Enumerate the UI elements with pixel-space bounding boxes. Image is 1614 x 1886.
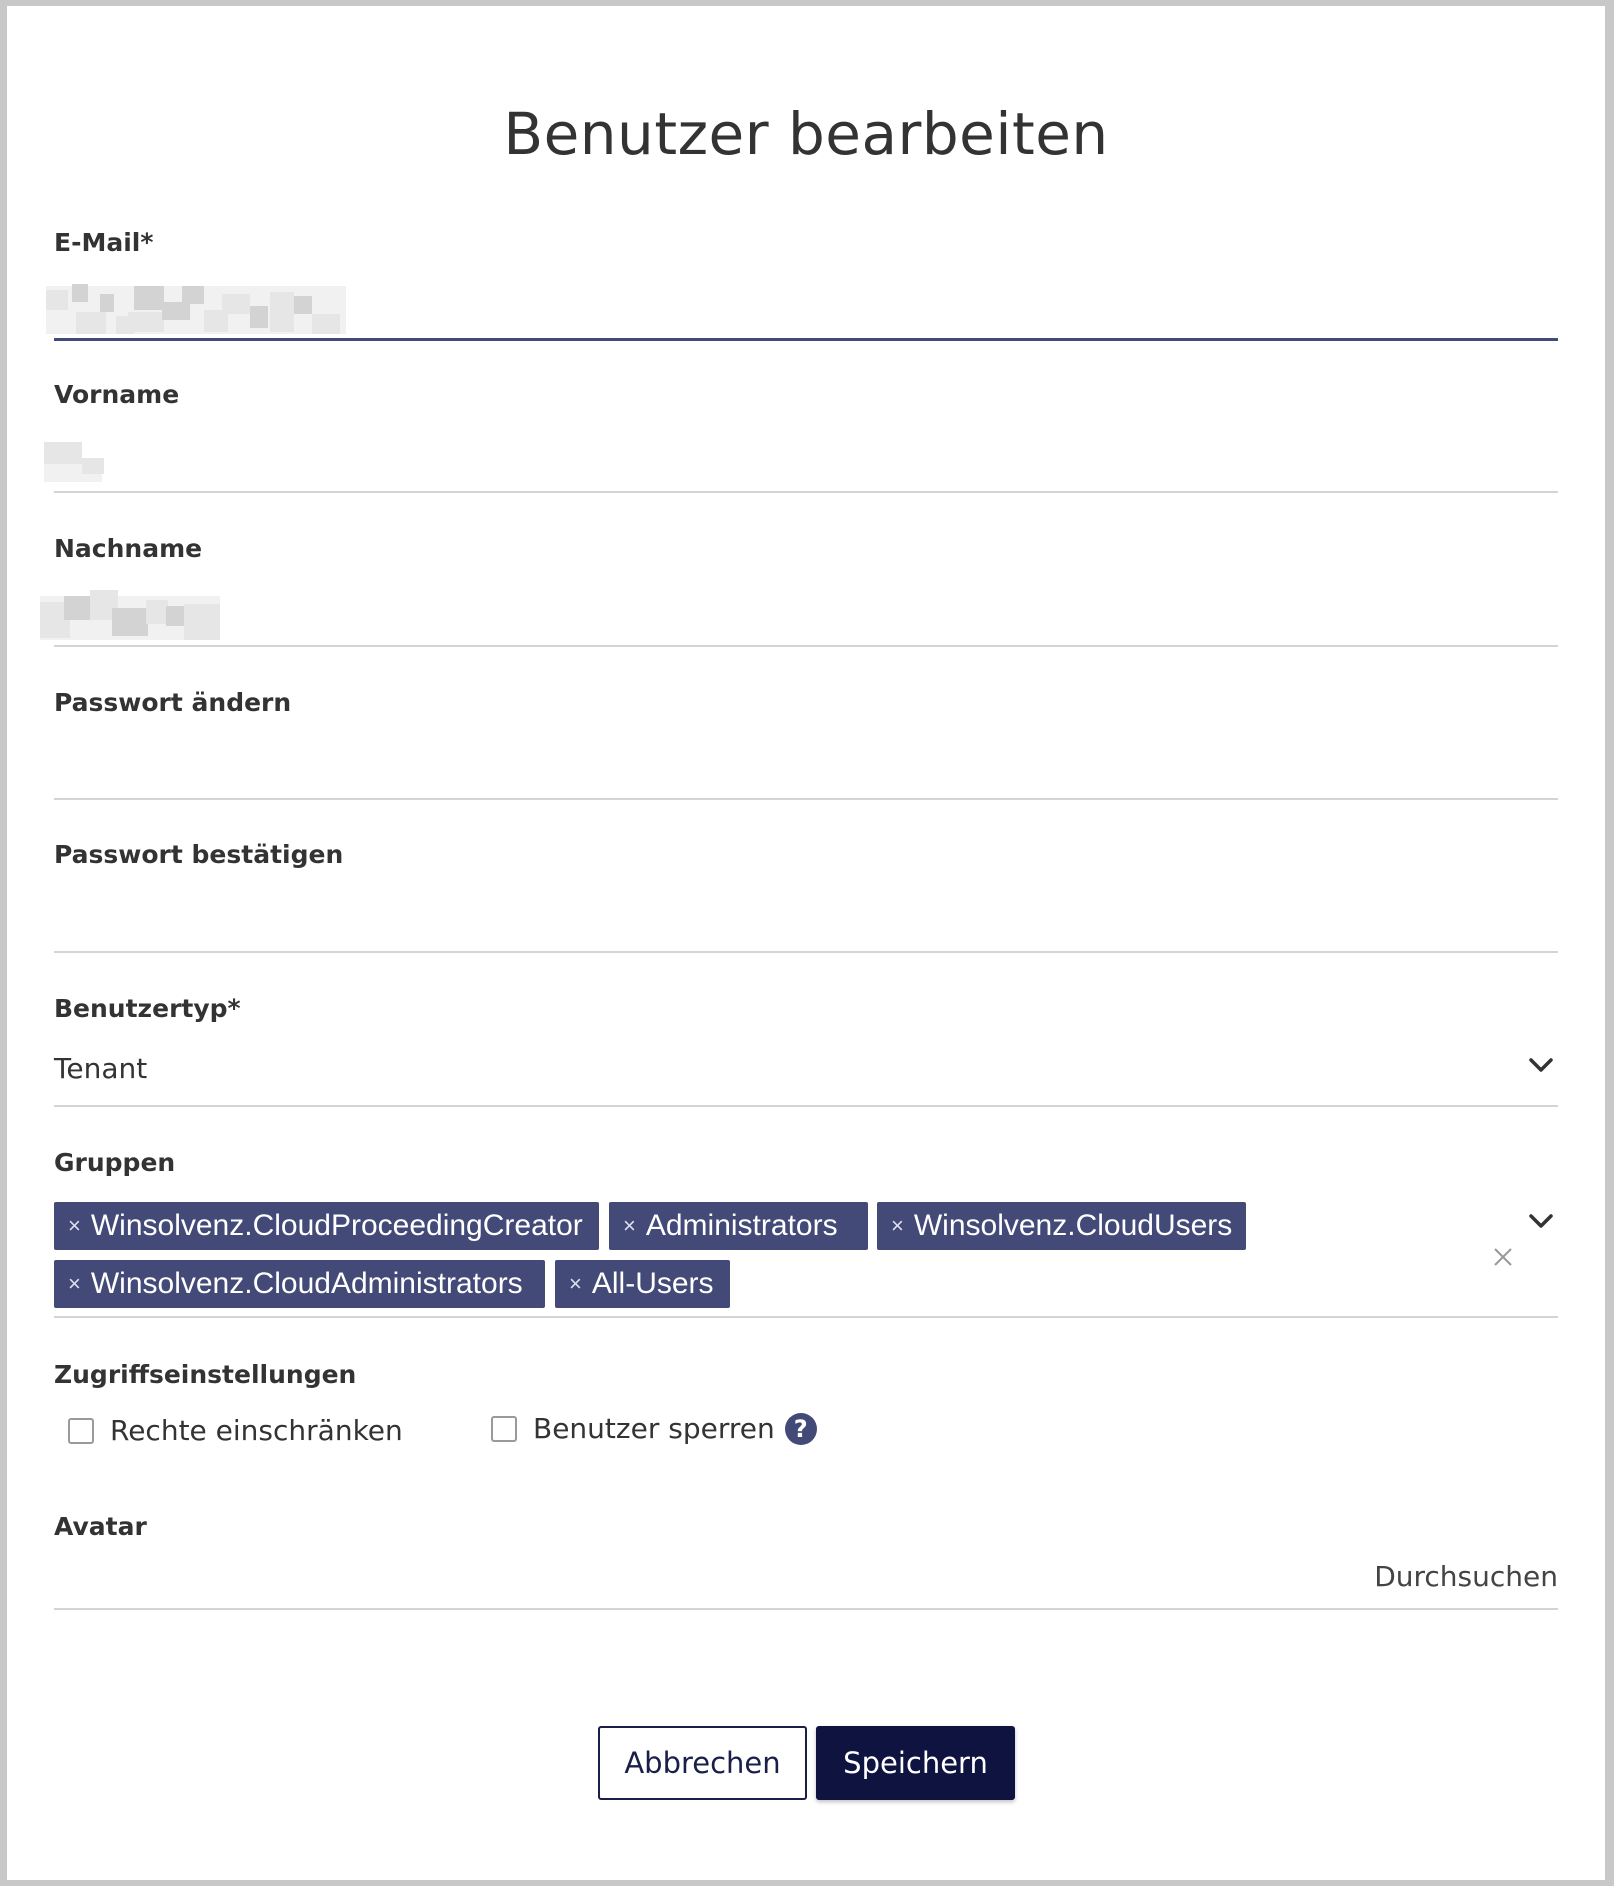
- chip-remove-icon[interactable]: ×: [623, 1202, 636, 1250]
- email-label: E-Mail*: [54, 228, 154, 257]
- browse-button[interactable]: Durchsuchen: [1374, 1560, 1558, 1593]
- access-settings-label: Zugriffseinstellungen: [54, 1360, 357, 1389]
- chip-label: Administrators: [645, 1209, 838, 1242]
- group-chip[interactable]: × Administrators: [609, 1202, 868, 1250]
- change-password-field[interactable]: Passwort ändern: [54, 684, 1558, 804]
- avatar-label: Avatar: [54, 1512, 147, 1541]
- groups-label: Gruppen: [54, 1148, 176, 1177]
- avatar-field[interactable]: Avatar Durchsuchen: [54, 1508, 1558, 1618]
- chip-label: Winsolvenz.CloudUsers: [913, 1209, 1233, 1242]
- save-button[interactable]: Speichern: [816, 1726, 1015, 1800]
- group-chip[interactable]: × Winsolvenz.CloudUsers: [877, 1202, 1246, 1250]
- groups-multiselect[interactable]: Gruppen × Winsolvenz.CloudProceedingCreat…: [54, 1144, 1558, 1324]
- restrict-rights-option[interactable]: Rechte einschränken: [68, 1414, 403, 1447]
- lock-user-checkbox[interactable]: [491, 1415, 517, 1442]
- chip-label: All-Users: [591, 1267, 714, 1300]
- chevron-down-icon[interactable]: [1524, 1204, 1558, 1238]
- email-underline: [54, 338, 1558, 341]
- change-password-underline: [54, 798, 1558, 800]
- last-name-field[interactable]: Nachname: [40, 530, 1558, 650]
- access-settings: Zugriffseinstellungen Rechte einschränke…: [54, 1356, 1558, 1466]
- first-name-underline: [54, 491, 1558, 493]
- user-type-select[interactable]: Benutzertyp* Tenant: [54, 990, 1558, 1110]
- last-name-underline: [54, 645, 1558, 647]
- restrict-rights-checkbox[interactable]: [68, 1417, 94, 1444]
- restrict-rights-label: Rechte einschränken: [110, 1414, 403, 1447]
- confirm-password-underline: [54, 951, 1558, 953]
- first-name-label: Vorname: [54, 380, 180, 409]
- email-field[interactable]: E-Mail*: [46, 224, 1558, 344]
- cancel-button[interactable]: Abbrechen: [598, 1726, 807, 1800]
- group-chip[interactable]: × Winsolvenz.CloudAdministrators: [54, 1260, 545, 1308]
- lock-user-option[interactable]: Benutzer sperren ?: [491, 1412, 817, 1445]
- help-icon[interactable]: ?: [784, 1412, 817, 1445]
- chip-remove-icon[interactable]: ×: [569, 1260, 582, 1308]
- avatar-underline: [54, 1608, 1558, 1610]
- lock-user-label: Benutzer sperren: [533, 1412, 775, 1445]
- chevron-down-icon[interactable]: [1524, 1048, 1558, 1082]
- clear-icon[interactable]: [1490, 1244, 1516, 1270]
- chip-label: Winsolvenz.CloudProceedingCreator: [90, 1209, 583, 1242]
- last-name-label: Nachname: [54, 534, 203, 563]
- chip-remove-icon[interactable]: ×: [68, 1202, 81, 1250]
- user-type-label: Benutzertyp*: [54, 994, 241, 1023]
- edit-user-dialog: Benutzer bearbeiten E-Mail* Vorname Nach…: [7, 6, 1605, 1880]
- dialog-title: Benutzer bearbeiten: [503, 100, 1109, 168]
- chip-remove-icon[interactable]: ×: [68, 1260, 81, 1308]
- chip-remove-icon[interactable]: ×: [891, 1202, 904, 1250]
- confirm-password-label: Passwort bestätigen: [54, 840, 344, 869]
- group-chip[interactable]: × Winsolvenz.CloudProceedingCreator: [54, 1202, 599, 1250]
- user-type-underline: [54, 1105, 1558, 1107]
- chip-label: Winsolvenz.CloudAdministrators: [90, 1267, 523, 1300]
- user-type-value: Tenant: [54, 1052, 148, 1085]
- first-name-field[interactable]: Vorname: [44, 376, 1558, 496]
- change-password-label: Passwort ändern: [54, 688, 292, 717]
- groups-underline: [54, 1316, 1558, 1318]
- confirm-password-field[interactable]: Passwort bestätigen: [54, 836, 1558, 956]
- group-chip[interactable]: × All-Users: [555, 1260, 730, 1308]
